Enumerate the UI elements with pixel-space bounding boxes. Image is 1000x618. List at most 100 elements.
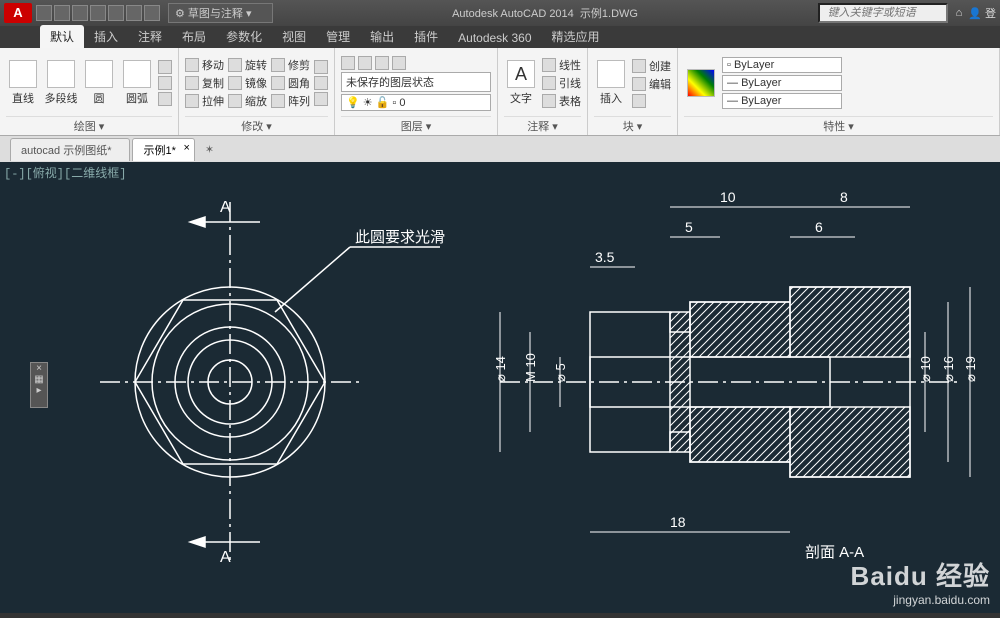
ribbon: 直线 多段线 圆 圆弧 绘图 ▾ 移动 复制 拉伸 旋转 镜像 缩放 xyxy=(0,48,1000,136)
erase-button[interactable] xyxy=(314,60,328,74)
layer-current-combo[interactable]: 💡 ☀ 🔓 ▫ 0 xyxy=(341,94,491,111)
search-input[interactable] xyxy=(818,3,948,23)
redo-icon[interactable] xyxy=(144,5,160,21)
dia-19: ⌀ 19 xyxy=(963,356,978,382)
rect-button[interactable] xyxy=(158,60,172,74)
dim-8: 8 xyxy=(840,189,848,205)
trim-button[interactable]: 修剪 xyxy=(271,57,310,73)
scale-button[interactable]: 缩放 xyxy=(228,93,267,109)
dia-10: ⌀ 10 xyxy=(918,356,933,382)
table-button[interactable]: 表格 xyxy=(542,93,581,109)
drawing-svg: A A 此圆要求光滑 xyxy=(0,162,1000,613)
create-block-button[interactable]: 创建 xyxy=(632,58,671,74)
explode-button[interactable] xyxy=(314,76,328,90)
panel-draw: 直线 多段线 圆 圆弧 绘图 ▾ xyxy=(0,48,179,135)
rotate-button[interactable]: 旋转 xyxy=(228,57,267,73)
layer-state-combo[interactable]: 未保存的图层状态 xyxy=(341,72,491,92)
layer-freeze-icon[interactable] xyxy=(358,56,372,70)
dim-6: 6 xyxy=(815,219,823,235)
tab-insert[interactable]: 插入 xyxy=(84,25,128,48)
infocenter-icon[interactable]: ⌂ xyxy=(956,7,963,19)
dim-5: 5 xyxy=(685,219,693,235)
app-logo[interactable]: A xyxy=(4,3,32,23)
copy-button[interactable]: 复制 xyxy=(185,75,224,91)
tab-layout[interactable]: 布局 xyxy=(172,25,216,48)
dim-18: 18 xyxy=(670,514,686,530)
dia-14: ⌀ 14 xyxy=(493,356,508,382)
block-attr-button[interactable] xyxy=(632,94,671,108)
array-button[interactable]: 阵列 xyxy=(271,93,310,109)
panel-properties: ▫ ByLayer — ByLayer — ByLayer 特性 ▾ xyxy=(678,48,1000,135)
viewport-label[interactable]: [-][俯视][二维线框] xyxy=(4,164,126,181)
doctab-1[interactable]: autocad 示例图纸* xyxy=(10,138,130,161)
drawing-note: 此圆要求光滑 xyxy=(355,229,445,246)
panel-modify-label[interactable]: 修改 ▾ xyxy=(185,116,328,135)
arc-button[interactable]: 圆弧 xyxy=(120,60,154,106)
undo-icon[interactable] xyxy=(126,5,142,21)
linetype-combo[interactable]: — ByLayer xyxy=(722,93,842,109)
leader-button[interactable]: 引线 xyxy=(542,75,581,91)
polyline-button[interactable]: 多段线 xyxy=(44,60,78,106)
tab-plugins[interactable]: 插件 xyxy=(404,25,448,48)
dim-10: 10 xyxy=(720,189,736,205)
tab-parametric[interactable]: 参数化 xyxy=(216,25,272,48)
doctab-2[interactable]: 示例1* × xyxy=(132,138,194,161)
panel-props-label[interactable]: 特性 ▾ xyxy=(684,116,993,135)
panel-layer-label[interactable]: 图层 ▾ xyxy=(341,116,491,135)
layer-props-icon[interactable] xyxy=(341,56,355,70)
section-label: 剖面 A-A xyxy=(805,544,864,561)
line-button[interactable]: 直线 xyxy=(6,60,40,106)
open-icon[interactable] xyxy=(54,5,70,21)
edit-block-button[interactable]: 编辑 xyxy=(632,76,671,92)
stretch-button[interactable]: 拉伸 xyxy=(185,93,224,109)
tab-manage[interactable]: 管理 xyxy=(316,25,360,48)
panel-block: 插入 创建 编辑 块 ▾ xyxy=(588,48,678,135)
palette-handle[interactable]: ×▦▸ xyxy=(30,362,48,408)
layer-lock-icon[interactable] xyxy=(375,56,389,70)
hatch-button[interactable] xyxy=(158,92,172,106)
insert-block-button[interactable]: 插入 xyxy=(594,60,628,106)
offset-button[interactable] xyxy=(314,92,328,106)
saveas-icon[interactable] xyxy=(90,5,106,21)
new-icon[interactable] xyxy=(36,5,52,21)
tab-express[interactable]: 精选应用 xyxy=(542,25,610,48)
section-mark-a-bottom: A xyxy=(220,549,231,566)
dim-3-5: 3.5 xyxy=(595,249,615,265)
ellipse-button[interactable] xyxy=(158,76,172,90)
panel-block-label[interactable]: 块 ▾ xyxy=(594,116,671,135)
dia-16: ⌀ 16 xyxy=(941,356,956,382)
tab-view[interactable]: 视图 xyxy=(272,25,316,48)
tab-annotate[interactable]: 注释 xyxy=(128,25,172,48)
lineweight-combo[interactable]: — ByLayer xyxy=(722,75,842,91)
dimlinear-button[interactable]: 线性 xyxy=(542,57,581,73)
panel-modify: 移动 复制 拉伸 旋转 镜像 缩放 修剪 圆角 阵列 修改 ▾ xyxy=(179,48,335,135)
panel-layer: 未保存的图层状态 💡 ☀ 🔓 ▫ 0 图层 ▾ xyxy=(335,48,498,135)
color-combo[interactable]: ▫ ByLayer xyxy=(722,57,842,73)
document-tabs: autocad 示例图纸* 示例1* × ✶ xyxy=(0,136,1000,162)
text-button[interactable]: A文字 xyxy=(504,60,538,106)
window-title: Autodesk AutoCAD 2014 示例1.DWG xyxy=(273,5,818,21)
save-icon[interactable] xyxy=(72,5,88,21)
signin-button[interactable]: 👤 登 xyxy=(968,5,996,21)
ribbon-tabs: 默认 插入 注释 布局 参数化 视图 管理 输出 插件 Autodesk 360… xyxy=(0,26,1000,48)
panel-annot-label[interactable]: 注释 ▾ xyxy=(504,116,581,135)
drawing-canvas[interactable]: [-][俯视][二维线框] ×▦▸ A A xyxy=(0,162,1000,613)
close-icon[interactable]: × xyxy=(183,142,189,154)
section-mark-a-top: A xyxy=(220,199,231,216)
tab-default[interactable]: 默认 xyxy=(40,25,84,48)
plot-icon[interactable] xyxy=(108,5,124,21)
tab-output[interactable]: 输出 xyxy=(360,25,404,48)
match-props-button[interactable] xyxy=(684,69,718,97)
workspace-selector[interactable]: ⚙ 草图与注释 ▾ xyxy=(168,3,273,23)
dia-m10: M 10 xyxy=(523,353,538,382)
circle-button[interactable]: 圆 xyxy=(82,60,116,106)
layer-off-icon[interactable] xyxy=(392,56,406,70)
titlebar: A ⚙ 草图与注释 ▾ Autodesk AutoCAD 2014 示例1.DW… xyxy=(0,0,1000,26)
new-tab-button[interactable]: ✶ xyxy=(205,143,214,156)
dia-5: ⌀ 5 xyxy=(553,363,568,382)
mirror-button[interactable]: 镜像 xyxy=(228,75,267,91)
move-button[interactable]: 移动 xyxy=(185,57,224,73)
fillet-button[interactable]: 圆角 xyxy=(271,75,310,91)
tab-a360[interactable]: Autodesk 360 xyxy=(448,28,541,48)
panel-draw-label[interactable]: 绘图 ▾ xyxy=(6,116,172,135)
